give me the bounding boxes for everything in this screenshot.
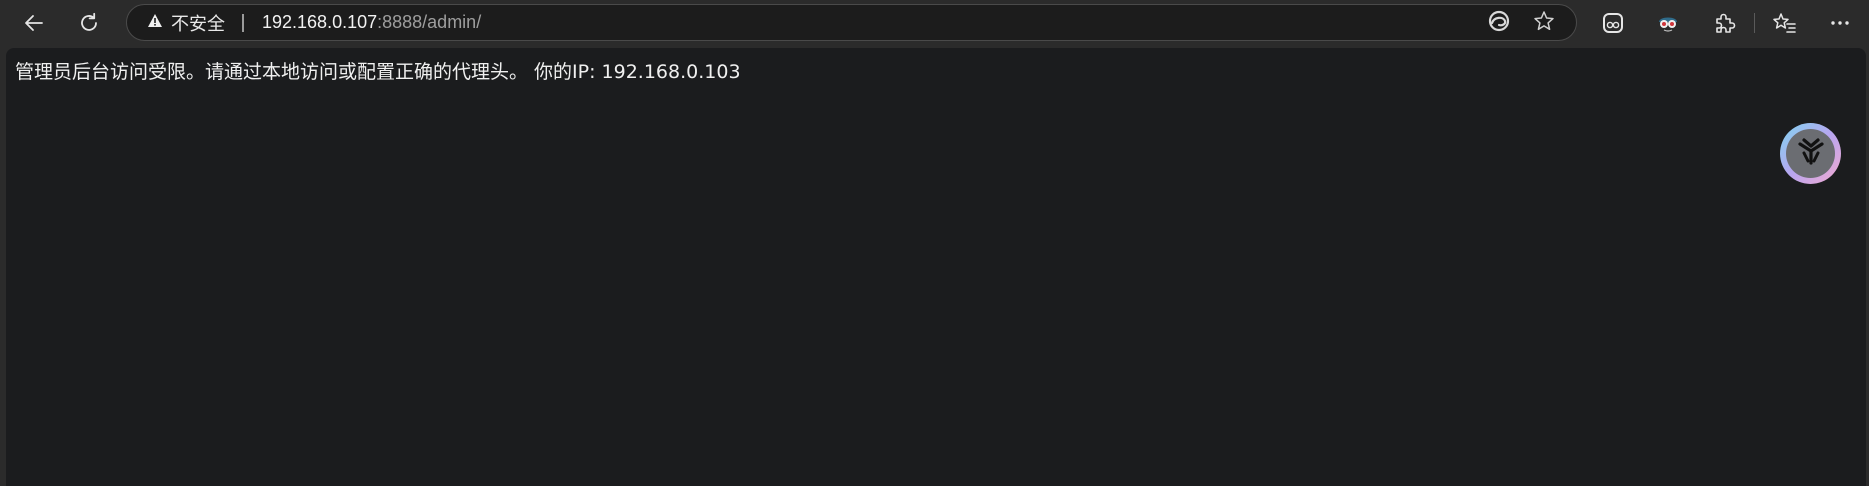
goggles-extension-icon [1655,10,1681,36]
address-bar[interactable]: 不安全 192.168.0.107:8888/admin/ [126,4,1577,41]
page-content: 管理员后台访问受限。请通过本地访问或配置正确的代理头。 你的IP: 192.16… [6,48,1866,486]
star-icon [1533,10,1555,36]
more-dots-icon [1828,11,1852,35]
more-options-button[interactable] [1822,6,1858,40]
refresh-button[interactable] [71,6,107,40]
browser-toolbar: 不安全 192.168.0.107:8888/admin/ [0,0,1869,46]
refresh-icon [77,11,101,35]
back-arrow-icon [22,11,46,35]
favorites-button[interactable] [1767,6,1803,40]
toolbar-divider [1754,13,1755,33]
browser-window: 不安全 192.168.0.107:8888/admin/ 管理员后台访问受限。… [0,0,1869,486]
back-button[interactable] [16,6,52,40]
extensions-button[interactable] [1706,6,1742,40]
url-host: 192.168.0.107 [262,12,378,32]
favorites-list-icon [1772,11,1798,35]
extension-button-1[interactable] [1595,6,1631,40]
extension-button-2[interactable] [1650,6,1686,40]
floating-button-inner [1786,129,1835,178]
warning-icon [147,13,163,32]
edge-copilot-button[interactable] [1486,10,1512,36]
address-separator [242,14,244,32]
edge-logo-icon [1488,10,1510,36]
site-security-indicator[interactable]: 不安全 [147,5,225,40]
add-favorite-button[interactable] [1531,10,1557,36]
puzzle-icon [1712,11,1736,35]
floating-assistant-button[interactable] [1780,123,1841,184]
url-text[interactable]: 192.168.0.107:8888/admin/ [262,5,481,40]
access-restricted-message: 管理员后台访问受限。请通过本地访问或配置正确的代理头。 你的IP: 192.16… [15,61,741,83]
y-logo-icon [1795,136,1827,172]
face-extension-icon [1600,10,1626,36]
url-path: :8888/admin/ [377,12,482,32]
not-secure-label: 不安全 [171,13,225,35]
